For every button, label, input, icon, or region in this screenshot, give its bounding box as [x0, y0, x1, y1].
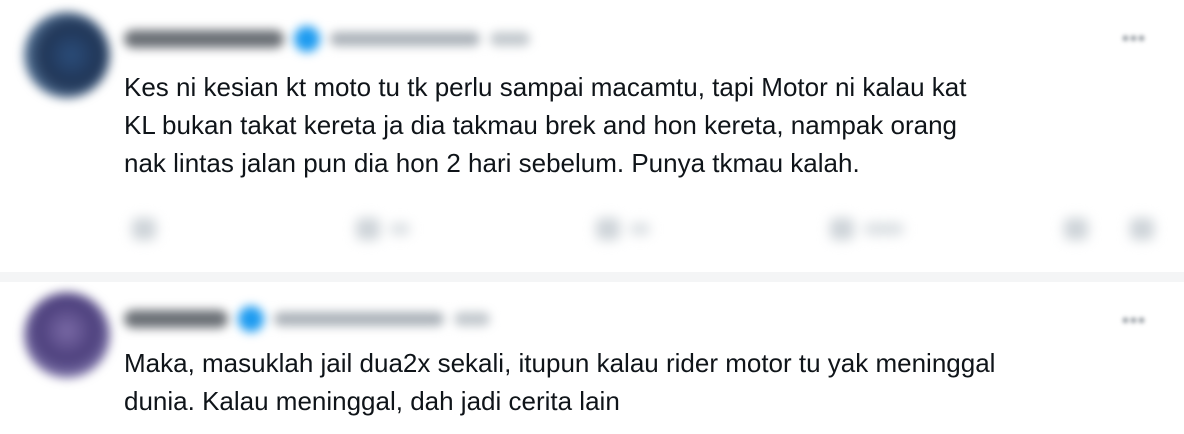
like-count-blurred — [630, 223, 650, 235]
share-button[interactable] — [1130, 218, 1154, 240]
avatar[interactable] — [24, 12, 110, 98]
verified-badge-icon — [294, 26, 320, 52]
like-icon — [596, 218, 620, 240]
handle-blurred — [330, 32, 480, 46]
reply-icon — [132, 218, 156, 240]
handle-blurred — [274, 312, 444, 326]
timestamp-blurred[interactable] — [490, 32, 530, 46]
retweet-icon — [356, 218, 380, 240]
bookmark-button[interactable] — [1064, 218, 1088, 240]
retweet-button[interactable] — [356, 218, 410, 240]
tweet-text-line: Kes ni kesian kt moto tu tk perlu sampai… — [124, 72, 967, 102]
retweet-count-blurred — [390, 223, 410, 235]
verified-badge-icon — [238, 306, 264, 332]
tweet-text-line: nak lintas jalan pun dia hon 2 hari sebe… — [124, 148, 860, 178]
views-count-blurred — [864, 223, 904, 235]
tweet[interactable]: ••• Kes ni kesian kt moto tu tk perlu sa… — [0, 0, 1184, 272]
tweet-header — [124, 22, 530, 56]
bookmark-icon — [1064, 218, 1088, 240]
share-icon — [1130, 218, 1154, 240]
tweet-text-line: KL bukan takat kereta ja dia takmau brek… — [124, 110, 958, 140]
tweet-text: Kes ni kesian kt moto tu tk perlu sampai… — [124, 68, 1164, 182]
more-options-icon[interactable]: ••• — [1122, 311, 1145, 331]
like-button[interactable] — [596, 218, 650, 240]
views-button[interactable] — [830, 218, 904, 240]
more-options-icon[interactable]: ••• — [1122, 29, 1145, 49]
tweet[interactable]: ••• Maka, masuklah jail dua2x sekali, it… — [0, 282, 1184, 434]
display-name-blurred[interactable] — [124, 30, 284, 48]
reply-button[interactable] — [132, 218, 156, 240]
display-name-blurred[interactable] — [124, 310, 228, 328]
tweet-text-line: dunia. Kalau meninggal, dah jadi cerita … — [124, 386, 620, 416]
tweet-header — [124, 302, 490, 336]
avatar[interactable] — [24, 292, 110, 378]
tweet-text: Maka, masuklah jail dua2x sekali, itupun… — [124, 344, 1164, 420]
timestamp-blurred[interactable] — [454, 312, 490, 326]
action-bar — [124, 208, 1164, 252]
views-icon — [830, 218, 854, 240]
tweet-text-line: Maka, masuklah jail dua2x sekali, itupun… — [124, 348, 996, 378]
tweet-divider — [0, 272, 1184, 282]
